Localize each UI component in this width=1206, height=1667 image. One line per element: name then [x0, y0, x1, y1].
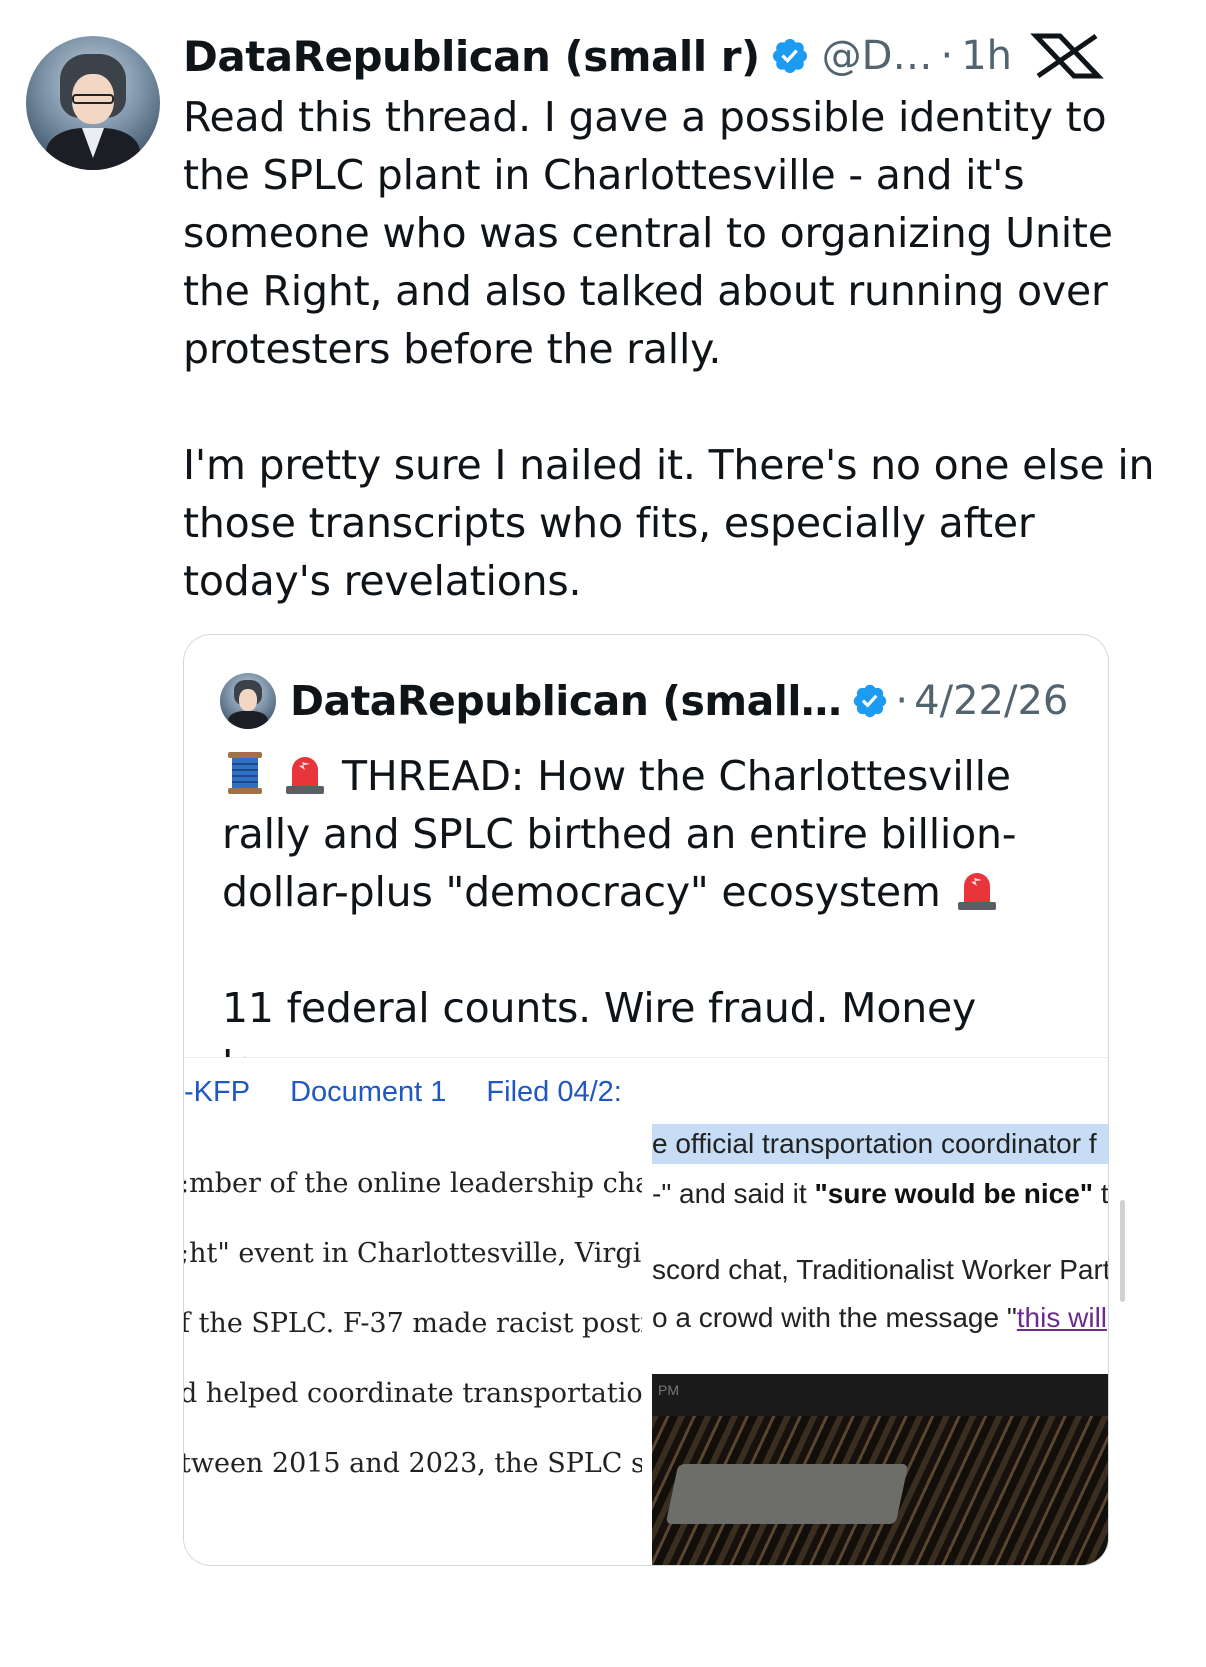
tweet-text: Read this thread. I gave a possible iden…: [183, 93, 1155, 605]
quoted-author-name: DataRepublican (small…: [290, 677, 842, 725]
transcript-line: -" and said it "sure would be nice" to r: [652, 1178, 1108, 1209]
separator-dot: ·: [895, 678, 909, 724]
quoted-text-rest: rally and SPLC birthed an entire billion…: [222, 810, 1017, 916]
rally-photo: PM: [652, 1374, 1108, 1565]
document-line: :mber of the online leadership chat gr: [184, 1168, 642, 1199]
tweet-time[interactable]: 1h: [961, 33, 1012, 79]
transcript-line: scord chat, Traditionalist Worker Party: [652, 1254, 1108, 1285]
scrollbar[interactable]: [1120, 1200, 1125, 1302]
quoted-tweet-text: THREAD: How the Charlottesville rally an…: [222, 747, 1082, 1095]
police-light-icon: [286, 757, 324, 794]
document-line: tween 2015 and 2023, the SPLC sec: [184, 1448, 642, 1479]
transcript-excerpt: e official transportation coordinator f …: [652, 1058, 1108, 1565]
spool-of-thread-icon: [228, 752, 262, 794]
document-line: f the SPLC. F-37 made racist posting: [184, 1308, 642, 1339]
quoted-tweet-card[interactable]: DataRepublican (small… · 4/22/26 THREAD:…: [183, 634, 1109, 1566]
x-logo-icon[interactable]: [1030, 32, 1104, 80]
avatar-glasses: [72, 94, 114, 104]
tweet-header: DataRepublican (small r) @D… · 1h: [183, 26, 1012, 86]
quoted-tweet-header: DataRepublican (small… · 4/22/26: [220, 673, 1068, 729]
document-line: ;ht" event in Charlottesville, Virginia: [184, 1238, 642, 1269]
author-name[interactable]: DataRepublican (small r): [183, 32, 760, 81]
photo-timestamp: PM: [658, 1382, 679, 1398]
author-handle[interactable]: @D…: [822, 33, 933, 79]
document-line: d helped coordinate transportation: [184, 1378, 642, 1409]
transcript-line: o a crowd with the message "this will: [652, 1302, 1108, 1333]
document-header: -KFP Document 1 Filed 04/2:: [184, 1076, 622, 1108]
court-document-excerpt: -KFP Document 1 Filed 04/2: :mber of the o…: [184, 1058, 650, 1565]
police-light-icon: [957, 873, 996, 910]
verified-badge-icon: [854, 684, 887, 718]
transcript-line: e official transportation coordinator f: [652, 1128, 1097, 1159]
quoted-text-line1: THREAD: How the Charlottesville: [342, 752, 1011, 800]
car: [665, 1464, 909, 1524]
author-avatar[interactable]: [26, 36, 160, 170]
quoted-media-image[interactable]: -KFP Document 1 Filed 04/2: :mber of the o…: [184, 1057, 1108, 1565]
quoted-date: 4/22/26: [914, 678, 1069, 724]
quoted-author-avatar: [220, 673, 276, 729]
separator-dot: ·: [940, 33, 954, 79]
verified-badge-icon: [772, 38, 807, 74]
